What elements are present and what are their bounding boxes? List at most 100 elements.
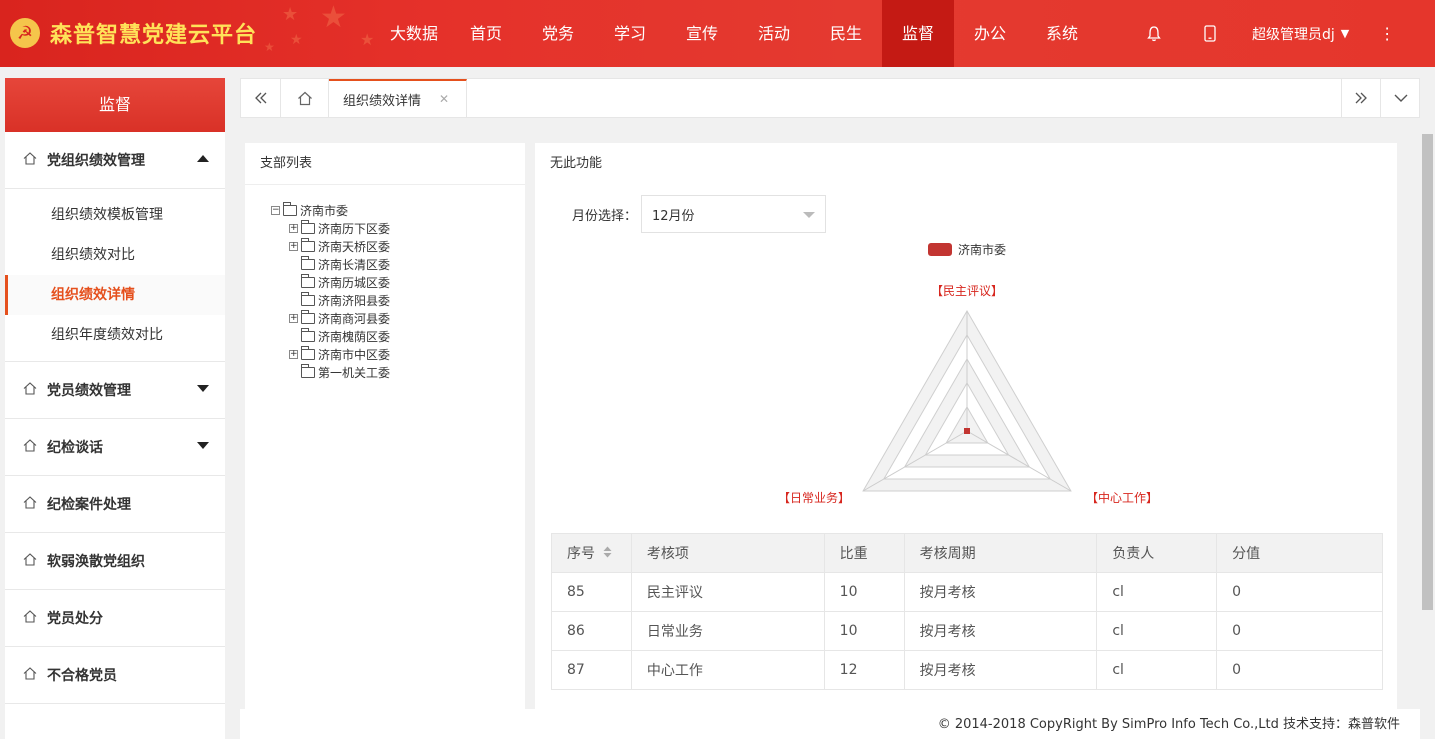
more-vertical-icon[interactable]: ⋮ (1379, 24, 1395, 43)
radar-point-2[interactable] (964, 428, 970, 434)
legend-swatch[interactable] (928, 243, 952, 256)
tree-node-1[interactable]: + 济南天桥区委 (271, 237, 525, 255)
expand-icon[interactable]: + (289, 313, 298, 323)
caret-down-icon (197, 442, 209, 449)
tree-node-root[interactable]: − 济南市委 (271, 201, 525, 219)
dropdown-arrow-icon (803, 212, 816, 218)
nav-item-5[interactable]: 活动 (738, 0, 810, 67)
table-cell: 按月考核 (903, 650, 1098, 690)
table-row[interactable]: 86 日常业务 10 按月考核 cl 0 (551, 611, 1383, 651)
column-header-2: 比重 (823, 533, 905, 573)
sidebar-group-label: 纪检谈话 (47, 440, 103, 456)
scroll-tabs-right-icon[interactable] (1341, 79, 1381, 117)
home-icon (23, 552, 37, 570)
nav-item-0[interactable]: 大数据 (378, 0, 450, 67)
scroll-tabs-left-icon[interactable] (241, 79, 281, 117)
sidebar-group-label: 软弱涣散党组织 (47, 554, 145, 570)
home-icon (23, 151, 37, 169)
home-tab-icon[interactable] (281, 79, 329, 117)
close-icon[interactable]: ✕ (439, 92, 449, 106)
folder-icon (301, 291, 315, 306)
nav-item-7[interactable]: 监督 (882, 0, 954, 67)
nav-item-4[interactable]: 宣传 (666, 0, 738, 67)
tree-node-8[interactable]: 第一机关工委 (271, 363, 525, 381)
tree-node-label: 济南市中区委 (318, 347, 391, 362)
tabs-bar: 组织绩效详情 ✕ (240, 78, 1420, 118)
month-select-row: 月份选择： 12月份 (572, 195, 827, 233)
table-cell: 10 (823, 572, 905, 612)
table-cell: cl (1096, 611, 1218, 651)
expand-icon[interactable]: + (289, 223, 298, 233)
tree-node-2[interactable]: 济南长清区委 (271, 255, 525, 273)
tab-label: 组织绩效详情 (343, 93, 422, 109)
table-row[interactable]: 85 民主评议 10 按月考核 cl 0 (551, 572, 1383, 612)
sort-icon[interactable] (603, 546, 612, 562)
page-scrollbar[interactable] (1420, 120, 1435, 709)
scrollbar-thumb[interactable] (1422, 134, 1433, 610)
tree-node-0[interactable]: + 济南历下区委 (271, 219, 525, 237)
nav-item-8[interactable]: 办公 (954, 0, 1026, 67)
column-header-1: 考核项 (630, 533, 825, 573)
sidebar-group-6[interactable]: 不合格党员 (5, 647, 225, 704)
tree-node-label: 济南天桥区委 (318, 239, 391, 254)
caret-down-icon: ▼ (1340, 27, 1350, 40)
app-logo[interactable]: ☭ 森普智慧党建云平台 (10, 18, 257, 48)
expand-icon[interactable]: + (289, 241, 298, 251)
folder-icon (301, 219, 315, 234)
sidebar-group-4[interactable]: 软弱涣散党组织 (5, 533, 225, 590)
column-header-0[interactable]: 序号 (551, 533, 632, 573)
assessment-table: 序号 考核项 比重 考核周期 负责人 分值 85 民主评议 10 按月考核 cl 0 86 日常业务 10… (551, 533, 1383, 690)
sidebar-item-0-0[interactable]: 组织绩效模板管理 (5, 195, 225, 235)
folder-icon (301, 327, 315, 342)
collapse-icon[interactable]: − (271, 205, 280, 215)
folder-icon (283, 201, 297, 216)
tree-node-label: 济南市委 (300, 203, 349, 218)
sidebar-item-0-2[interactable]: 组织绩效详情 (5, 275, 225, 315)
sidebar-group-5[interactable]: 党员处分 (5, 590, 225, 647)
nav-item-6[interactable]: 民生 (810, 0, 882, 67)
user-name: 超级管理员dj (1252, 26, 1335, 43)
sidebar-group-2[interactable]: 纪检谈话 (5, 419, 225, 476)
home-icon (23, 438, 37, 456)
radar-chart: 济南市委【民主评议】【中心工作】 【日常业务】 (778, 242, 1158, 505)
sidebar-group-3[interactable]: 纪检案件处理 (5, 476, 225, 533)
sidebar-group-1[interactable]: 党员绩效管理 (5, 362, 225, 419)
tree-node-5[interactable]: + 济南商河县委 (271, 309, 525, 327)
user-menu[interactable]: 超级管理员dj ▼ (1252, 24, 1349, 44)
tree-node-6[interactable]: 济南槐荫区委 (271, 327, 525, 345)
sidebar-item-0-1[interactable]: 组织绩效对比 (5, 235, 225, 275)
mobile-icon[interactable] (1196, 20, 1224, 48)
bell-icon[interactable] (1140, 20, 1168, 48)
radar-indicator-label-0: 【民主评议】 (931, 284, 1003, 298)
table-cell: 87 (551, 650, 632, 690)
table-cell: cl (1096, 572, 1218, 612)
branch-list-title: 支部列表 (245, 143, 525, 185)
sidebar-header: 监督 (5, 78, 225, 132)
sidebar-group-label: 党员绩效管理 (47, 383, 131, 399)
main-nav: 大数据 首页 党务 学习 宣传 活动 民生 监督 办公 系统 (378, 0, 1098, 67)
table-row[interactable]: 87 中心工作 12 按月考核 cl 0 (551, 650, 1383, 690)
caret-up-icon (197, 155, 209, 162)
month-label: 月份选择： (572, 208, 638, 224)
tab-organization-performance-detail[interactable]: 组织绩效详情 ✕ (329, 79, 467, 117)
sidebar-item-0-3[interactable]: 组织年度绩效对比 (5, 315, 225, 355)
nav-item-9[interactable]: 系统 (1026, 0, 1098, 67)
nav-item-1[interactable]: 首页 (450, 0, 522, 67)
sidebar-group-0[interactable]: 党组织绩效管理 (5, 132, 225, 189)
tree-node-3[interactable]: 济南历城区委 (271, 273, 525, 291)
legend-label[interactable]: 济南市委 (958, 242, 1006, 257)
tree-node-7[interactable]: + 济南市中区委 (271, 345, 525, 363)
sidebar-group-label: 不合格党员 (47, 668, 117, 684)
column-header-label: 考核周期 (919, 546, 976, 562)
month-select[interactable]: 12月份 (641, 195, 827, 233)
sidebar: 监督 党组织绩效管理组织绩效模板管理 组织绩效对比 组织绩效详情 组织年度绩效对比党员… (5, 78, 225, 739)
table-cell: 12 (823, 650, 905, 690)
nav-item-3[interactable]: 学习 (594, 0, 666, 67)
chevron-down-icon[interactable] (1381, 79, 1421, 117)
table-cell: 民主评议 (630, 572, 825, 612)
nav-item-2[interactable]: 党务 (522, 0, 594, 67)
table-cell: 按月考核 (903, 572, 1098, 612)
tree-node-4[interactable]: 济南济阳县委 (271, 291, 525, 309)
column-header-label: 分值 (1232, 546, 1261, 562)
expand-icon[interactable]: + (289, 349, 298, 359)
